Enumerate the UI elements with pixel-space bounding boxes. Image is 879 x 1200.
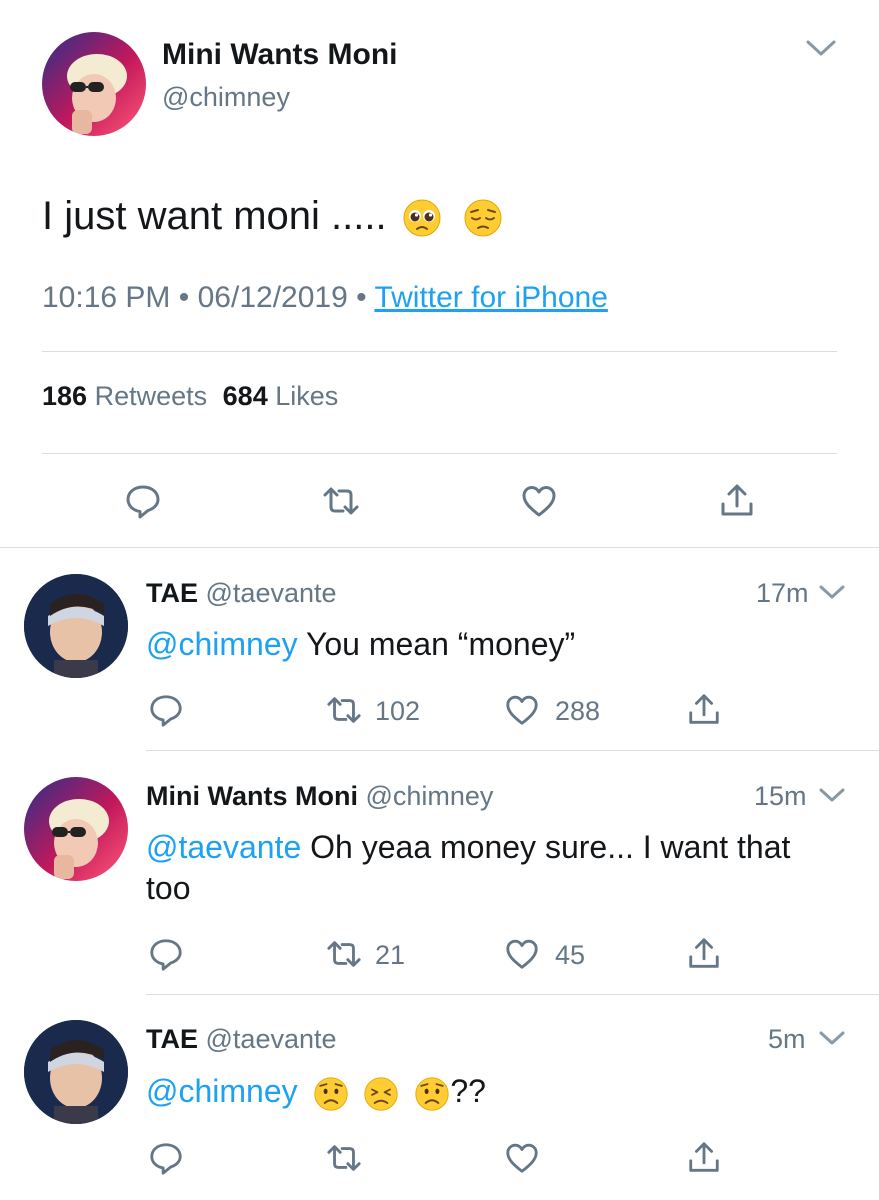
reply-text: @taevante Oh yeaa money sure... I want t… (146, 827, 856, 909)
display-name[interactable]: TAE (146, 578, 198, 608)
reply-header: TAE @taevante (146, 1023, 337, 1055)
handle[interactable]: @chimney (365, 781, 493, 811)
share-icon[interactable] (718, 482, 756, 520)
divider (146, 994, 879, 995)
retweet-icon[interactable] (326, 692, 362, 728)
mention-link[interactable]: @chimney (146, 1073, 298, 1109)
likes-count: 684 (222, 381, 268, 411)
like-count: 288 (555, 696, 601, 726)
chevron-down-icon[interactable] (818, 785, 846, 805)
avatar[interactable] (24, 1020, 128, 1124)
mention-link[interactable]: @chimney (146, 626, 298, 662)
timestamp[interactable]: 17m (756, 577, 809, 609)
worried-face-icon (313, 1076, 349, 1112)
retweet-count: 21 (375, 940, 406, 970)
retweets-label: Retweets (94, 381, 208, 411)
share-icon[interactable] (686, 1140, 722, 1176)
likes-stat[interactable]: 684 Likes (223, 381, 339, 411)
meta-separator: • (356, 281, 367, 314)
divider (42, 351, 837, 352)
tweet-stats: 186 Retweets 684 Likes (42, 379, 338, 413)
reply-text-suffix: ?? (450, 1073, 486, 1109)
timestamp[interactable]: 5m (768, 1023, 806, 1055)
reply-text-line1: Oh yeaa money sure... I want that (301, 829, 791, 865)
like-icon[interactable] (504, 692, 540, 728)
like-icon[interactable] (504, 1140, 540, 1176)
handle[interactable]: @taevante (206, 578, 337, 608)
retweet-icon[interactable] (326, 1140, 362, 1176)
tweet-text-body: I just want moni ..... (42, 194, 387, 238)
like-icon[interactable] (504, 936, 540, 972)
divider (42, 453, 837, 454)
retweets-count: 186 (42, 381, 88, 411)
chevron-down-icon[interactable] (818, 582, 846, 602)
pleading-face-icon (402, 198, 442, 238)
reply-icon[interactable] (148, 1140, 184, 1176)
avatar[interactable] (42, 32, 146, 136)
persevering-face-icon (363, 1076, 399, 1112)
share-icon[interactable] (686, 692, 722, 728)
meta-separator: • (178, 281, 190, 314)
reply-text-body: You mean “money” (297, 626, 576, 662)
reply-header: TAE @taevante (146, 577, 337, 609)
reply-text: @chimney ?? (146, 1070, 486, 1112)
like-count: 45 (555, 940, 586, 970)
divider (0, 547, 879, 548)
reply-icon[interactable] (124, 482, 162, 520)
display-name[interactable]: Mini Wants Moni (146, 781, 358, 811)
chevron-down-icon[interactable] (818, 1028, 846, 1048)
reply-text: @chimney You mean “money” (146, 624, 575, 664)
tweet-meta: 10:16 PM • 06/12/2019 • Twitter for iPho… (42, 280, 608, 316)
reply-header: Mini Wants Moni @chimney (146, 780, 493, 812)
tweet-date: 06/12/2019 (197, 281, 348, 314)
share-icon[interactable] (686, 936, 722, 972)
retweet-count: 102 (375, 696, 421, 726)
handle[interactable]: @taevante (206, 1024, 337, 1054)
reply-text-line2: too (146, 870, 191, 906)
retweets-stat[interactable]: 186 Retweets (42, 381, 215, 411)
mention-link[interactable]: @taevante (146, 829, 301, 865)
source-link[interactable]: Twitter for iPhone (374, 281, 607, 314)
handle[interactable]: @chimney (162, 81, 290, 113)
avatar[interactable] (24, 574, 128, 678)
retweet-icon[interactable] (322, 482, 360, 520)
worried-face-icon (414, 1076, 450, 1112)
chevron-down-icon[interactable] (804, 36, 838, 60)
divider (146, 750, 879, 751)
display-name[interactable]: Mini Wants Moni (162, 38, 398, 72)
tweet-time: 10:16 PM (42, 281, 171, 314)
reply-icon[interactable] (148, 936, 184, 972)
timestamp[interactable]: 15m (754, 780, 807, 812)
avatar[interactable] (24, 777, 128, 881)
display-name[interactable]: TAE (146, 1024, 198, 1054)
reply-icon[interactable] (148, 692, 184, 728)
retweet-icon[interactable] (326, 936, 362, 972)
likes-label: Likes (275, 381, 339, 411)
pensive-face-icon (463, 198, 503, 238)
like-icon[interactable] (520, 482, 558, 520)
tweet-text: I just want moni ..... (42, 192, 503, 240)
